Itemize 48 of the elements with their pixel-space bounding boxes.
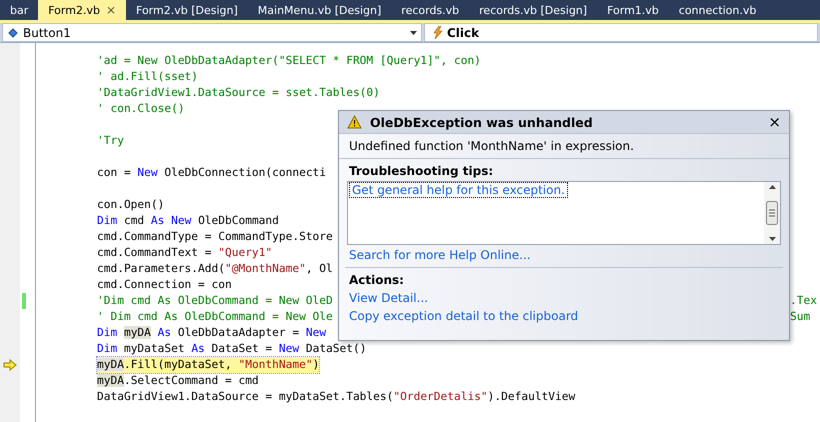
document-tab[interactable]: MainMenu.vb [Design]	[248, 0, 392, 20]
code-line: cmd.Parameters.Add("@MonthName", Ol	[97, 261, 333, 277]
document-tab[interactable]: connection.vb	[668, 0, 766, 20]
document-tab[interactable]: records.vb [Design]	[469, 0, 598, 20]
code-line: Sum	[790, 309, 810, 325]
code-line: 'Try	[97, 133, 124, 149]
code-line: con = New OleDbConnection(connecti	[97, 165, 326, 181]
scroll-down-icon[interactable]	[768, 237, 776, 241]
code-line: .Tex	[790, 293, 817, 309]
code-line: cmd.CommandText = "Query1"	[97, 245, 272, 261]
code-line: Dim myDA As OleDbDataAdapter = New	[97, 325, 326, 341]
code-line: ' con.Close()	[97, 101, 185, 117]
popup-title: OleDbException was unhandled	[370, 114, 594, 130]
code-line: cmd.Connection = con	[97, 277, 232, 293]
action-link[interactable]: View Detail...	[347, 291, 430, 305]
warning-icon	[347, 115, 362, 129]
code-line: 'Dim cmd As OleDbCommand = New OleD	[97, 293, 333, 309]
class-dropdown[interactable]: Button1	[2, 23, 422, 42]
code-line: ' Dim cmd As OleDbCommand = New Ole	[97, 309, 333, 325]
scroll-thumb[interactable]	[766, 201, 778, 225]
code-line: cmd.CommandType = CommandType.Store	[97, 229, 333, 245]
error-message: Undefined function 'MonthName' in expression.	[349, 139, 634, 153]
code-line: ' ad.Fill(sset)	[97, 69, 198, 85]
cube-icon	[7, 26, 19, 38]
search-link[interactable]: Search for more Help Online...	[347, 248, 533, 262]
code-line: Dim cmd As New OleDbCommand	[97, 213, 279, 229]
code-line: DataGridView1.DataSource = myDataSet.Tables("OrderDetalis").DefaultView	[97, 389, 576, 405]
action-link[interactable]: Copy exception detail to the clipboard	[347, 309, 580, 323]
document-tab[interactable]: records.vb	[391, 0, 470, 20]
help-link[interactable]: Get general help for this exception.	[350, 183, 567, 197]
code-line: 'ad = New OleDbDataAdapter("SELECT * FROM [Query1]", con)	[97, 53, 481, 69]
section-heading: Actions:	[348, 273, 404, 287]
lightning-icon	[433, 26, 443, 39]
close-icon[interactable]: ×	[106, 3, 116, 17]
scroll-up-icon[interactable]	[768, 185, 776, 189]
code-line: con.Open()	[97, 197, 164, 213]
code-line: myDA.SelectCommand = cmd	[97, 373, 259, 389]
method-dropdown[interactable]: Click	[424, 23, 818, 42]
caret-icon	[410, 30, 417, 34]
document-tab[interactable]: Form1.vb	[597, 0, 669, 20]
document-tab[interactable]: Form2.vb ×	[38, 0, 126, 20]
document-tab[interactable]: Form2.vb [Design]	[126, 0, 248, 20]
section-heading: Troubleshooting tips:	[348, 164, 494, 178]
document-tab[interactable]: bar	[0, 0, 38, 20]
arrow-icon	[3, 359, 17, 371]
code-line: Dim myDataSet As DataSet = New DataSet()	[97, 341, 366, 357]
code-line: 'DataGridView1.DataSource = sset.Tables(0)	[97, 85, 380, 101]
close-button[interactable]: ×	[768, 113, 781, 131]
